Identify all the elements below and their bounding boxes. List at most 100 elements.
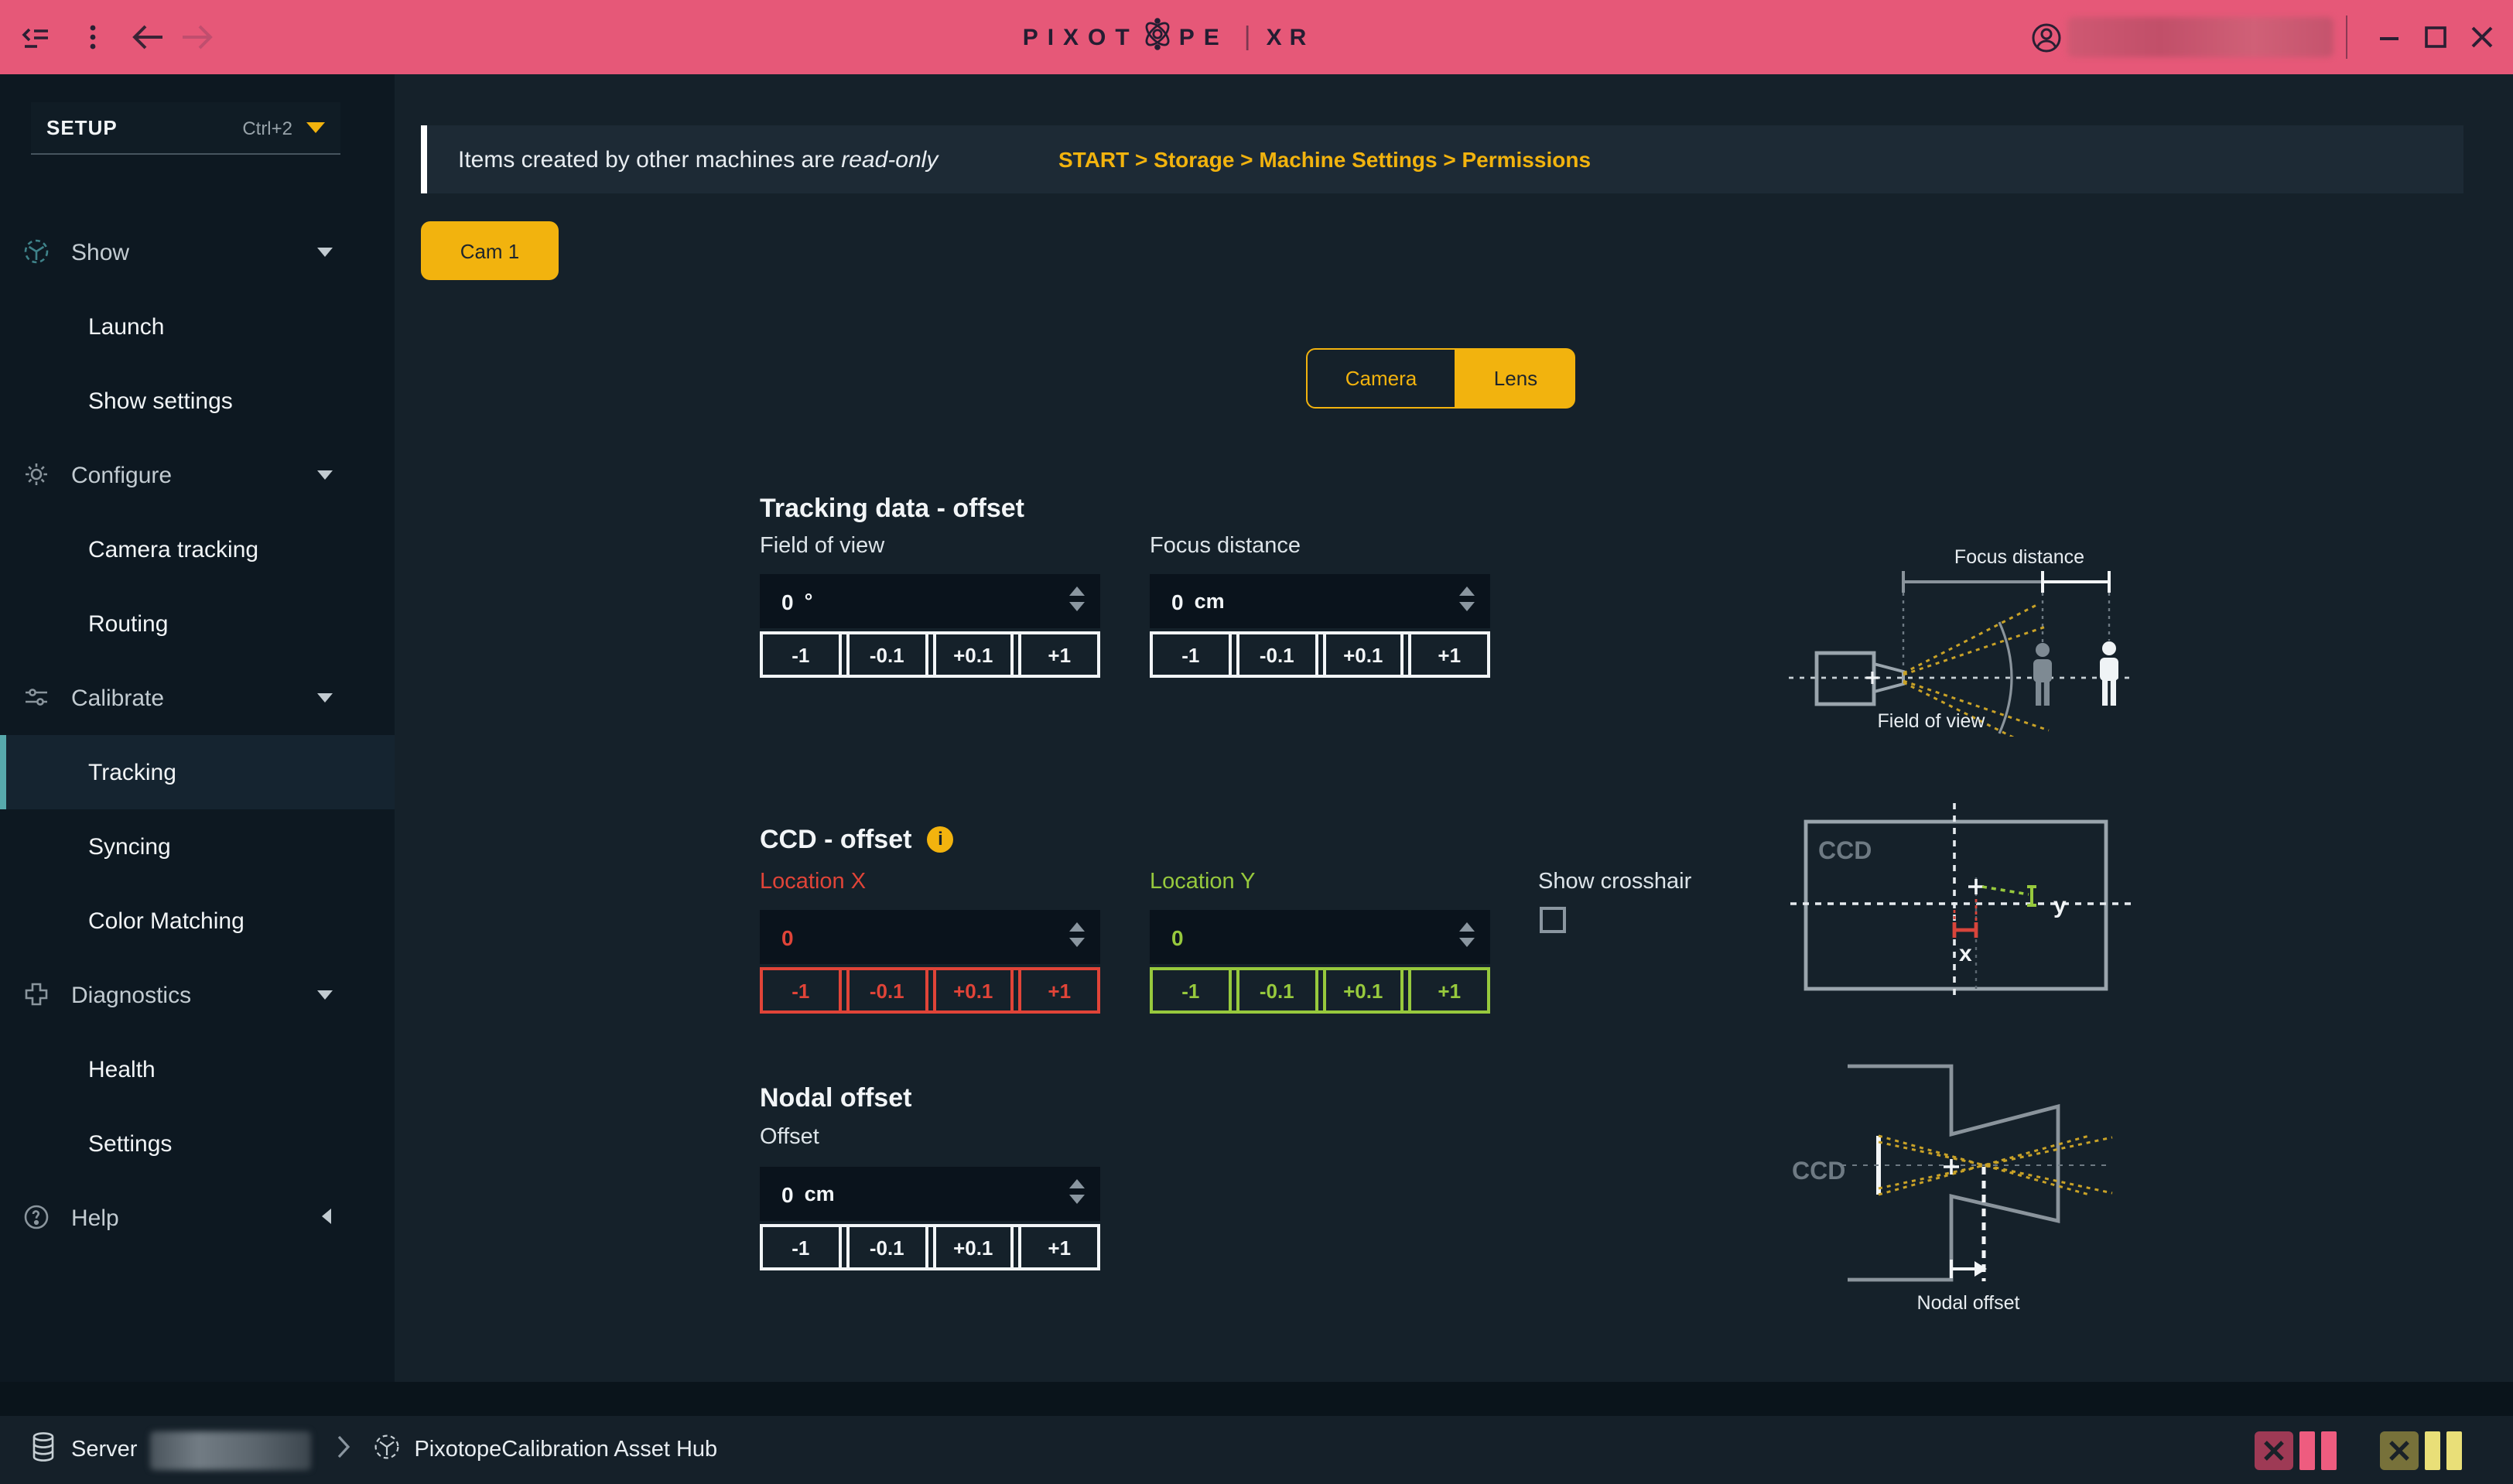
focus-stepper-row: -1 -0.1 +0.1 +1	[1150, 631, 1490, 678]
forward-arrow-icon[interactable]	[180, 22, 210, 53]
spin-down-icon[interactable]	[1069, 1195, 1085, 1204]
notice-text-main: Items created by other machines are	[458, 146, 841, 173]
status-x-yellow-icon[interactable]	[2380, 1431, 2419, 1470]
chevron-left-icon	[322, 1209, 331, 1224]
brand-suffix: XR	[1267, 24, 1315, 50]
brand-text-2: PE	[1179, 24, 1229, 50]
sidebar-nav: Show Launch Show settings Configure Came…	[0, 215, 395, 1255]
asset-hub-label[interactable]: PixotopeCalibration Asset Hub	[414, 1438, 717, 1462]
sidebar-item-label: Tracking	[88, 759, 176, 785]
step-minus-1-button[interactable]: -1	[763, 970, 842, 1010]
step-minus-01-button[interactable]: -0.1	[846, 634, 928, 675]
maximize-button[interactable]	[2422, 22, 2453, 53]
diagram-nodal-offset-caption: Nodal offset	[1917, 1292, 2020, 1314]
spin-up-icon[interactable]	[1459, 922, 1475, 932]
sidebar-section-configure[interactable]: Configure	[0, 438, 395, 512]
step-plus-1-button[interactable]: +1	[1019, 634, 1098, 675]
spinner-stepper[interactable]	[1459, 586, 1475, 611]
brand-text-1: PIXOT	[1023, 24, 1139, 50]
chevron-down-icon	[306, 122, 325, 133]
kebab-menu-icon[interactable]	[77, 22, 108, 53]
sidebar-section-label: Show	[71, 239, 129, 265]
close-button[interactable]	[2468, 22, 2499, 53]
step-plus-1-button[interactable]: +1	[1409, 634, 1488, 675]
sidebar-item-tracking[interactable]: Tracking	[0, 735, 395, 809]
info-icon[interactable]: i	[927, 826, 953, 853]
step-plus-01-button[interactable]: +0.1	[932, 1227, 1014, 1267]
step-plus-1-button[interactable]: +1	[1019, 970, 1098, 1010]
diagram-ccd-label: CCD	[1818, 836, 1872, 864]
step-minus-01-button[interactable]: -0.1	[1236, 634, 1318, 675]
sidebar-section-show[interactable]: Show	[0, 215, 395, 289]
focus-distance-input[interactable]: 0 cm	[1150, 574, 1490, 628]
spin-down-icon[interactable]	[1459, 938, 1475, 947]
back-arrow-icon[interactable]	[132, 22, 162, 53]
collapse-sidebar-icon[interactable]	[22, 22, 53, 53]
sidebar-item-syncing[interactable]: Syncing	[0, 809, 395, 884]
step-plus-01-button[interactable]: +0.1	[932, 970, 1014, 1010]
breadcrumb[interactable]: START > Storage > Machine Settings > Per…	[1058, 147, 1591, 172]
sidebar-item-launch[interactable]: Launch	[0, 289, 395, 364]
sidebar-item-settings[interactable]: Settings	[0, 1106, 395, 1181]
step-plus-01-button[interactable]: +0.1	[1322, 634, 1404, 675]
diagram-y-label: y	[2053, 893, 2067, 918]
sidebar-section-label: Help	[71, 1205, 119, 1231]
focus-distance-unit: cm	[1195, 590, 1225, 613]
spin-down-icon[interactable]	[1459, 602, 1475, 611]
step-minus-1-button[interactable]: -1	[1153, 970, 1232, 1010]
sidebar-item-color-matching[interactable]: Color Matching	[0, 884, 395, 958]
spin-up-icon[interactable]	[1069, 1179, 1085, 1188]
nodal-offset-input[interactable]: 0 cm	[760, 1167, 1100, 1221]
readonly-notice: Items created by other machines are read…	[421, 125, 2463, 193]
step-plus-01-button[interactable]: +0.1	[1322, 970, 1404, 1010]
minimize-button[interactable]	[2375, 22, 2406, 53]
tab-camera[interactable]: Camera	[1306, 348, 1456, 409]
step-minus-01-button[interactable]: -0.1	[1236, 970, 1318, 1010]
sidebar-item-label: Settings	[88, 1130, 172, 1157]
location-x-input[interactable]: 0	[760, 910, 1100, 964]
section-title-tracking-offset: Tracking data - offset	[760, 494, 1024, 525]
spin-up-icon[interactable]	[1069, 922, 1085, 932]
chevron-down-icon	[317, 693, 333, 703]
spinner-stepper[interactable]	[1069, 1179, 1085, 1204]
sidebar-section-calibrate[interactable]: Calibrate	[0, 661, 395, 735]
sidebar-item-health[interactable]: Health	[0, 1032, 395, 1106]
title-bar: PIXOT PE | XR	[0, 0, 2513, 74]
sidebar-item-label: Color Matching	[88, 908, 244, 934]
spin-down-icon[interactable]	[1069, 602, 1085, 611]
sidebar-item-routing[interactable]: Routing	[0, 586, 395, 661]
step-minus-1-button[interactable]: -1	[763, 634, 842, 675]
step-plus-01-button[interactable]: +0.1	[932, 634, 1014, 675]
sidebar-item-camera-tracking[interactable]: Camera tracking	[0, 512, 395, 586]
field-of-view-unit: °	[805, 590, 813, 613]
spin-up-icon[interactable]	[1459, 586, 1475, 596]
tab-lens[interactable]: Lens	[1456, 348, 1575, 409]
step-plus-1-button[interactable]: +1	[1409, 970, 1488, 1010]
step-minus-01-button[interactable]: -0.1	[846, 1227, 928, 1267]
show-crosshair-checkbox[interactable]	[1540, 907, 1566, 933]
spinner-stepper[interactable]	[1069, 586, 1085, 611]
field-label-focus-distance: Focus distance	[1150, 534, 1301, 559]
notice-text-em: read-only	[841, 146, 938, 173]
spin-up-icon[interactable]	[1069, 586, 1085, 596]
field-of-view-input[interactable]: 0 °	[760, 574, 1100, 628]
spin-down-icon[interactable]	[1069, 938, 1085, 947]
mode-selector[interactable]: SETUP Ctrl+2	[31, 102, 340, 155]
spinner-stepper[interactable]	[1069, 922, 1085, 947]
cam1-button[interactable]: Cam 1	[421, 221, 559, 280]
field-label-location-x: Location X	[760, 870, 866, 894]
sidebar-item-label: Routing	[88, 610, 168, 637]
step-minus-1-button[interactable]: -1	[1153, 634, 1232, 675]
focus-distance-value: 0	[1171, 589, 1184, 614]
sidebar-section-diagnostics[interactable]: Diagnostics	[0, 958, 395, 1032]
user-account-icon[interactable]	[2030, 22, 2061, 53]
status-x-pink-icon[interactable]	[2255, 1431, 2293, 1470]
sidebar-section-help[interactable]: Help	[0, 1181, 395, 1255]
sidebar-item-show-settings[interactable]: Show settings	[0, 364, 395, 438]
step-plus-1-button[interactable]: +1	[1019, 1227, 1098, 1267]
step-minus-1-button[interactable]: -1	[763, 1227, 842, 1267]
spinner-stepper[interactable]	[1459, 922, 1475, 947]
location-y-input[interactable]: 0	[1150, 910, 1490, 964]
step-minus-01-button[interactable]: -0.1	[846, 970, 928, 1010]
sidebar-section-label: Calibrate	[71, 685, 164, 711]
